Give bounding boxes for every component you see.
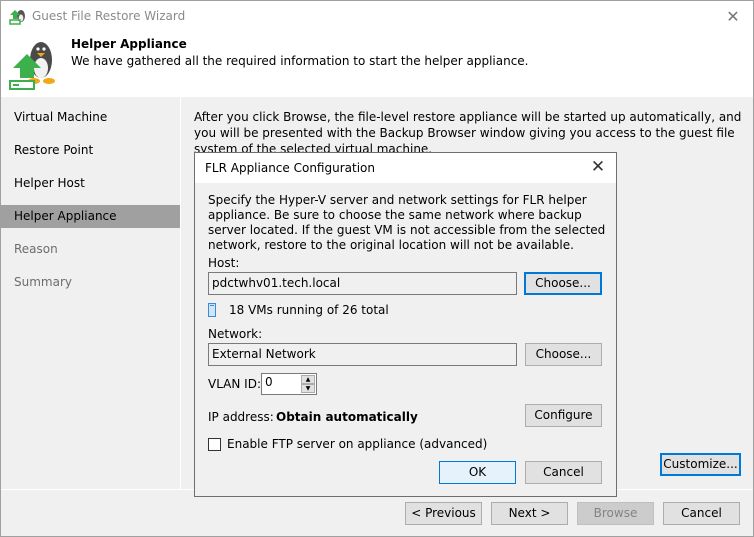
dialog-close-icon[interactable]: ✕ [588,157,608,177]
flr-appliance-config-dialog: FLR Appliance Configuration ✕ Specify th… [194,152,617,497]
configure-button[interactable]: Configure [525,404,602,427]
step-virtual-machine[interactable]: Virtual Machine [1,106,180,129]
step-helper-appliance[interactable]: Helper Appliance [1,205,180,228]
host-choose-button[interactable]: Choose... [524,272,602,295]
previous-button[interactable]: < Previous [405,502,482,525]
cancel-button[interactable]: Cancel [663,502,740,525]
wizard-header: Helper Appliance We have gathered all th… [1,32,753,97]
step-reason: Reason [14,242,58,256]
ftp-checkbox[interactable] [208,438,221,451]
ip-address-label: IP address: [208,410,274,424]
dialog-title: FLR Appliance Configuration [205,161,375,175]
host-label: Host: [208,256,240,270]
app-icon [9,10,25,25]
close-icon[interactable]: ✕ [723,7,743,27]
host-field: pdctwhv01.tech.local [208,272,517,295]
network-field: External Network [208,343,517,366]
step-description: After you click Browse, the file-level r… [194,110,742,156]
ftp-label[interactable]: Enable FTP server on appliance (advanced… [227,437,487,451]
vlan-id-value[interactable]: 0 [265,375,273,389]
step-helper-host[interactable]: Helper Host [1,172,180,195]
vm-status: 18 VMs running of 26 total [229,303,389,317]
browse-button: Browse [577,502,654,525]
dialog-cancel-button[interactable]: Cancel [525,461,602,484]
spin-up-icon[interactable]: ▲ [301,375,315,384]
network-label: Network: [208,327,263,341]
vlan-id-label: VLAN ID: [208,377,261,391]
wizard-steps: Virtual Machine Restore Point Helper Hos… [1,97,181,490]
linux-penguin-upload-icon [9,42,55,90]
network-choose-button[interactable]: Choose... [525,343,602,366]
ip-address-value: Obtain automatically [276,410,418,424]
spin-down-icon[interactable]: ▼ [301,384,315,393]
next-button[interactable]: Next > [491,502,568,525]
ok-button[interactable]: OK [439,461,516,484]
vlan-id-stepper[interactable]: 0 ▲ ▼ [261,373,317,395]
customize-button[interactable]: Customize... [660,453,741,476]
server-icon [208,303,216,317]
window-title: Guest File Restore Wizard [32,9,186,23]
step-summary: Summary [14,275,72,289]
step-subtitle: We have gathered all the required inform… [71,54,529,68]
title-bar: Guest File Restore Wizard ✕ [1,1,753,32]
step-title: Helper Appliance [71,37,187,51]
wizard-window: Guest File Restore Wizard ✕ Helper Appli… [0,0,754,537]
dialog-description: Specify the Hyper-V server and network s… [208,193,606,252]
step-restore-point[interactable]: Restore Point [1,139,180,162]
dialog-title-bar: FLR Appliance Configuration ✕ [195,153,616,183]
